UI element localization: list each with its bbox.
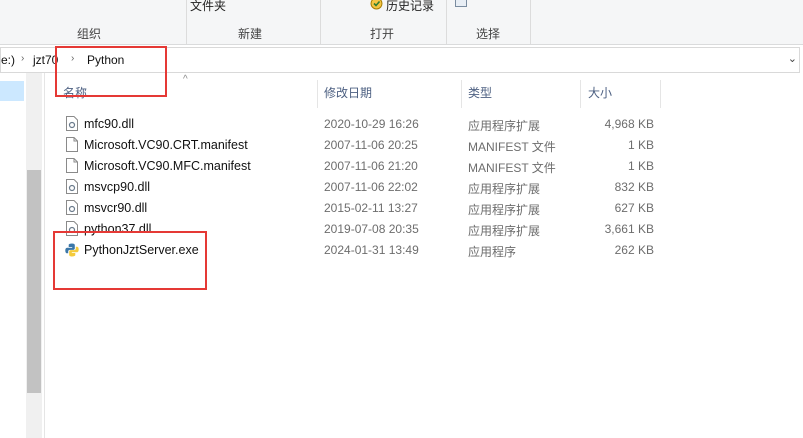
new-folder-button-label[interactable]: 文件夹 xyxy=(190,0,226,14)
column-header-size[interactable]: 大小 xyxy=(588,84,612,101)
file-row[interactable]: mfc90.dll 2020-10-29 16:26 应用程序扩展 4,968 … xyxy=(60,114,660,135)
ribbon-group-open: 打开 xyxy=(370,27,395,41)
file-type: MANIFEST 文件 xyxy=(468,161,556,175)
highlight-box-exe xyxy=(53,231,207,290)
file-size: 4,968 KB xyxy=(604,117,654,131)
ribbon-group-select: 选择 xyxy=(476,27,501,41)
history-button-label[interactable]: 历史记录 xyxy=(386,0,434,14)
file-row[interactable]: msvcp90.dll 2007-11-06 22:02 应用程序扩展 832 … xyxy=(60,177,660,198)
file-type: 应用程序扩展 xyxy=(468,119,541,133)
file-date: 2019-07-08 20:35 xyxy=(324,222,419,236)
navigation-pane[interactable] xyxy=(0,73,45,438)
highlight-box-address xyxy=(55,46,167,97)
file-date: 2007-11-06 21:20 xyxy=(324,159,418,173)
file-date: 2007-11-06 22:02 xyxy=(324,180,418,194)
chevron-right-icon[interactable]: › xyxy=(21,53,24,64)
file-size: 1 KB xyxy=(627,138,654,152)
ribbon-separator xyxy=(530,0,531,44)
ribbon-group-new: 新建 xyxy=(238,27,263,41)
file-date: 2020-10-29 16:26 xyxy=(324,117,419,131)
file-row[interactable]: Microsoft.VC90.CRT.manifest 2007-11-06 2… xyxy=(60,135,660,156)
file-size: 832 KB xyxy=(614,180,654,194)
file-size: 1 KB xyxy=(627,159,654,173)
ribbon-separator xyxy=(320,0,321,44)
file-name[interactable]: Microsoft.VC90.CRT.manifest xyxy=(84,138,248,152)
column-header-date[interactable]: 修改日期 xyxy=(324,84,372,101)
column-separator[interactable] xyxy=(660,80,661,108)
file-date: 2015-02-11 13:27 xyxy=(324,201,418,215)
select-all-icon[interactable] xyxy=(455,0,467,7)
file-row[interactable]: Microsoft.VC90.MFC.manifest 2007-11-06 2… xyxy=(60,156,660,177)
dll-file-icon xyxy=(66,200,78,215)
chevron-down-icon[interactable]: ⌄ xyxy=(788,52,797,65)
file-name[interactable]: msvcp90.dll xyxy=(84,180,150,194)
dll-file-icon xyxy=(66,179,78,194)
file-name[interactable]: Microsoft.VC90.MFC.manifest xyxy=(84,159,251,173)
sort-ascending-icon: ^ xyxy=(183,74,188,85)
breadcrumb-drive[interactable]: e:) xyxy=(1,53,15,67)
column-separator[interactable] xyxy=(317,80,318,108)
file-size: 3,661 KB xyxy=(604,222,654,236)
file-type: 应用程序扩展 xyxy=(468,224,541,238)
file-type: 应用程序扩展 xyxy=(468,182,541,196)
history-icon[interactable] xyxy=(370,0,383,10)
ribbon-separator xyxy=(446,0,447,44)
file-type: MANIFEST 文件 xyxy=(468,140,556,154)
nav-selected-item[interactable] xyxy=(0,81,24,101)
file-type: 应用程序扩展 xyxy=(468,203,541,217)
document-file-icon xyxy=(66,137,78,152)
file-name[interactable]: msvcr90.dll xyxy=(84,201,147,215)
column-separator[interactable] xyxy=(580,80,581,108)
ribbon: 文件夹 历史记录 组织 新建 打开 选择 xyxy=(0,0,803,45)
file-row[interactable]: msvcr90.dll 2015-02-11 13:27 应用程序扩展 627 … xyxy=(60,198,660,219)
file-type: 应用程序 xyxy=(468,245,517,259)
ribbon-group-organize: 组织 xyxy=(77,27,102,41)
file-date: 2007-11-06 20:25 xyxy=(324,138,418,152)
file-date: 2024-01-31 13:49 xyxy=(324,243,419,257)
column-separator[interactable] xyxy=(461,80,462,108)
document-file-icon xyxy=(66,158,78,173)
column-header-type[interactable]: 类型 xyxy=(468,84,492,101)
ribbon-separator xyxy=(186,0,187,44)
file-size: 627 KB xyxy=(614,201,654,215)
file-name[interactable]: mfc90.dll xyxy=(84,117,134,131)
file-size: 262 KB xyxy=(614,243,654,257)
nav-scrollbar-thumb[interactable] xyxy=(27,170,41,393)
dll-file-icon xyxy=(66,116,78,131)
